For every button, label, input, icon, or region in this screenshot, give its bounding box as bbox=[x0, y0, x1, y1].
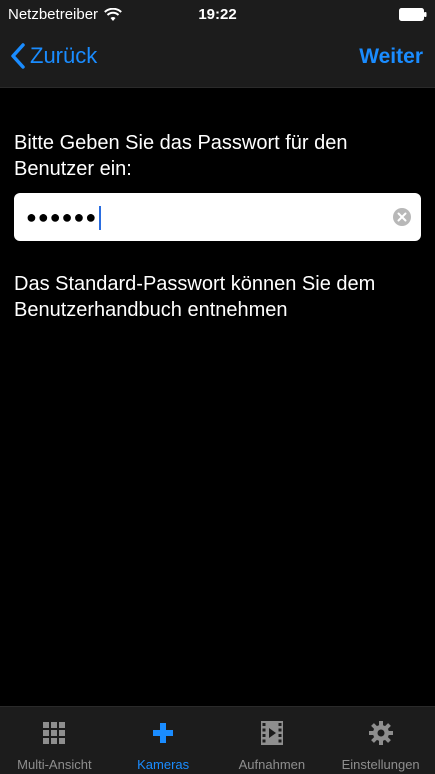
tab-bar: Multi-Ansicht Kameras Aufnahmen Einstell… bbox=[0, 706, 435, 774]
tab-label: Aufnahmen bbox=[238, 757, 306, 772]
password-input[interactable]: ●●●●●● bbox=[26, 206, 102, 230]
password-field[interactable]: ●●●●●● bbox=[14, 193, 421, 241]
tab-label: Einstellungen bbox=[341, 757, 420, 772]
tab-kameras[interactable]: Kameras bbox=[109, 707, 218, 774]
tab-einstellungen[interactable]: Einstellungen bbox=[326, 707, 435, 774]
default-password-hint: Das Standard-Passwort können Sie dem Ben… bbox=[14, 273, 376, 321]
tab-multi-ansicht[interactable]: Multi-Ansicht bbox=[0, 707, 109, 774]
text-cursor bbox=[99, 206, 102, 230]
gear-icon bbox=[368, 720, 394, 746]
plus-icon bbox=[150, 720, 176, 746]
tab-label: Kameras bbox=[137, 757, 190, 772]
status-time: 19:22 bbox=[198, 6, 237, 23]
next-button[interactable]: Weiter bbox=[359, 45, 423, 69]
password-dots: ●●●●●● bbox=[26, 206, 98, 227]
status-bar: Netzbetreiber 19:22 bbox=[0, 0, 435, 30]
tab-label: Multi-Ansicht bbox=[17, 757, 92, 772]
tab-aufnahmen[interactable]: Aufnahmen bbox=[218, 707, 327, 774]
film-icon bbox=[259, 720, 285, 746]
back-button[interactable]: Zurück bbox=[10, 43, 97, 69]
chevron-left-icon bbox=[11, 43, 25, 69]
navigation-bar: Zurück Weiter bbox=[0, 30, 435, 88]
grid-icon bbox=[41, 720, 67, 746]
back-button-label: Zurück bbox=[30, 43, 98, 68]
password-prompt: Bitte Geben Sie das Passwort für den Ben… bbox=[14, 132, 348, 180]
battery-icon bbox=[399, 8, 427, 21]
clear-icon[interactable] bbox=[393, 208, 411, 226]
